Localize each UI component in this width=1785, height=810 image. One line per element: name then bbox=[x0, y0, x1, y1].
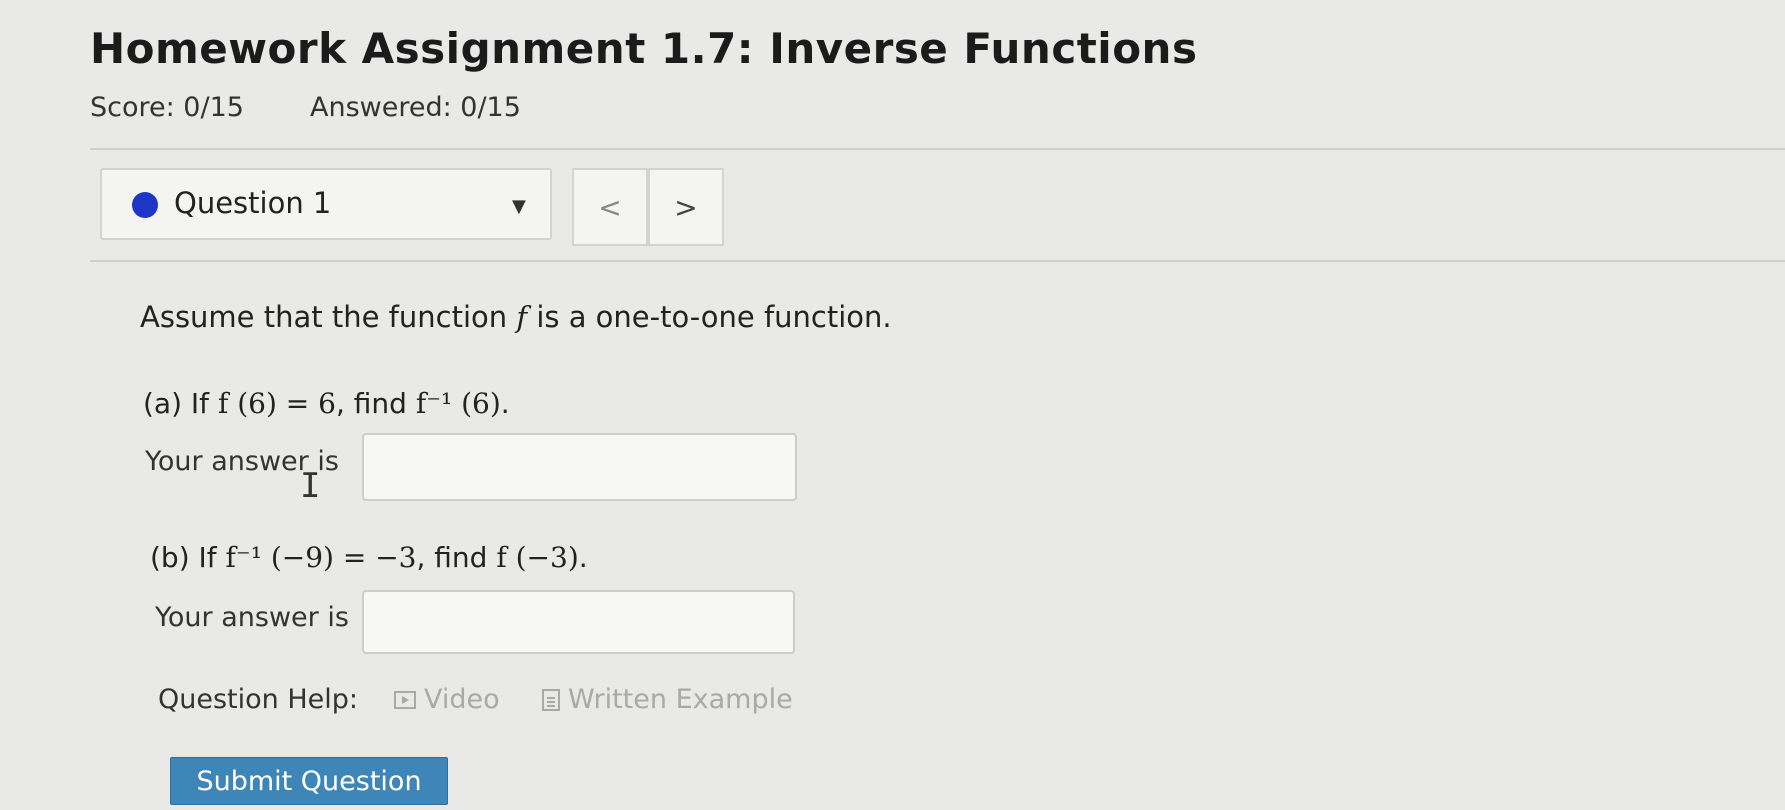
part-b-find: , find bbox=[416, 541, 488, 574]
question-select[interactable]: Question 1 ▼ bbox=[100, 168, 552, 240]
part-a-prompt: (a) If f (6) = 6, find f⁻¹ (6). bbox=[143, 387, 510, 420]
part-a-end: . bbox=[500, 387, 510, 420]
next-question-button[interactable]: > bbox=[648, 168, 724, 246]
part-b-end: . bbox=[578, 541, 588, 574]
part-b-given: f⁻¹ (−9) = −3 bbox=[225, 541, 417, 574]
question-statement: Assume that the function f is a one-to-o… bbox=[140, 300, 892, 334]
answer-a-input[interactable] bbox=[362, 433, 797, 501]
document-icon bbox=[542, 688, 560, 711]
video-link-label: Video bbox=[424, 684, 500, 715]
divider-top bbox=[90, 148, 1785, 150]
part-b-label: (b) If bbox=[150, 541, 217, 574]
statement-pre: Assume that the function bbox=[140, 300, 508, 334]
part-a-label: (a) If bbox=[143, 387, 210, 420]
part-a-find: , find bbox=[335, 387, 407, 420]
written-example-link[interactable]: Written Example bbox=[542, 684, 793, 715]
part-a-target: f⁻¹ (6) bbox=[415, 387, 501, 420]
statement-post: is a one-to-one function. bbox=[536, 300, 892, 334]
answer-b-input[interactable] bbox=[362, 590, 795, 654]
question-select-label: Question 1 bbox=[174, 186, 332, 220]
part-a-given: f (6) = 6 bbox=[217, 387, 336, 420]
question-help-label: Question Help: bbox=[158, 684, 358, 715]
written-example-label: Written Example bbox=[568, 684, 793, 715]
chevron-down-icon: ▼ bbox=[512, 196, 526, 217]
video-link[interactable]: Video bbox=[394, 684, 500, 715]
video-icon bbox=[394, 690, 416, 709]
page-title: Homework Assignment 1.7: Inverse Functio… bbox=[90, 24, 1198, 73]
question-status-dot bbox=[132, 192, 158, 218]
submit-question-button[interactable]: Submit Question bbox=[170, 757, 448, 805]
score-text: Score: 0/15 bbox=[90, 92, 244, 123]
previous-question-button[interactable]: < bbox=[572, 168, 648, 246]
statement-var: f bbox=[516, 300, 528, 334]
text-cursor-icon: I bbox=[300, 466, 321, 506]
answered-text: Answered: 0/15 bbox=[310, 92, 521, 123]
part-b-prompt: (b) If f⁻¹ (−9) = −3, find f (−3). bbox=[150, 541, 588, 574]
answer-b-label: Your answer is bbox=[155, 602, 349, 633]
divider-question bbox=[90, 260, 1785, 262]
part-b-target: f (−3) bbox=[496, 541, 579, 574]
